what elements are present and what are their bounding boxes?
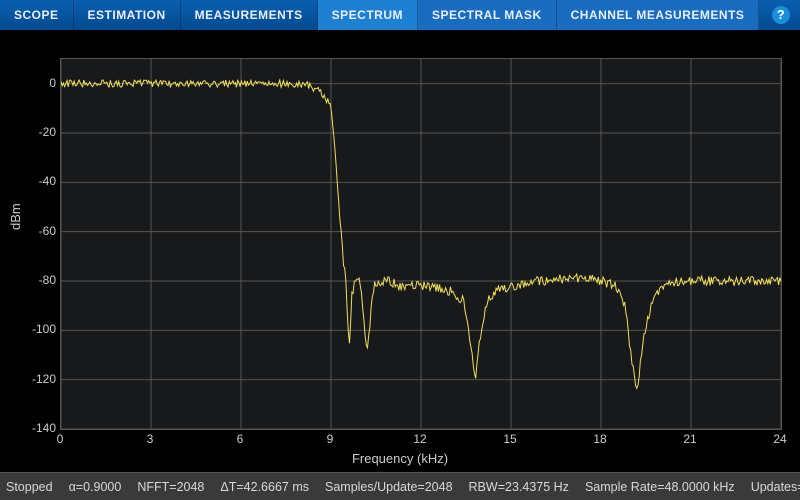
status-nfft: NFFT=2048 — [137, 480, 204, 494]
tab-spectral-mask[interactable]: SPECTRAL MASK — [418, 0, 557, 30]
status-rbw: RBW=23.4375 Hz — [469, 480, 569, 494]
x-tick: 0 — [57, 432, 64, 446]
y-tick: -120 — [16, 372, 56, 386]
y-tick: -100 — [16, 322, 56, 336]
status-bar: Stopped α=0.9000 NFFT=2048 ΔT=42.6667 ms… — [0, 472, 800, 500]
status-spu: Samples/Update=2048 — [325, 480, 453, 494]
tab-spectrum[interactable]: SPECTRUM — [318, 0, 418, 30]
x-tick: 12 — [413, 432, 426, 446]
tab-scope[interactable]: SCOPE — [0, 0, 74, 30]
tab-estimation[interactable]: ESTIMATION — [74, 0, 181, 30]
spectrum-plot — [61, 59, 781, 429]
status-alpha: α=0.9000 — [69, 480, 122, 494]
toolbar: SCOPE ESTIMATION MEASUREMENTS SPECTRUM S… — [0, 0, 800, 30]
x-tick: 18 — [593, 432, 606, 446]
y-tick: -40 — [16, 174, 56, 188]
y-tick: 0 — [16, 76, 56, 90]
x-tick: 21 — [683, 432, 696, 446]
x-tick: 3 — [147, 432, 154, 446]
help-icon[interactable]: ? — [772, 6, 790, 24]
x-tick: 9 — [327, 432, 334, 446]
status-dt: ΔT=42.6667 ms — [220, 480, 309, 494]
y-tick: -60 — [16, 224, 56, 238]
x-axis-label: Frequency (kHz) — [0, 451, 800, 466]
x-tick: 15 — [503, 432, 516, 446]
tab-measurements[interactable]: MEASUREMENTS — [181, 0, 318, 30]
x-tick: 24 — [773, 432, 786, 446]
y-tick: -80 — [16, 273, 56, 287]
y-tick: -20 — [16, 125, 56, 139]
tab-channel-measurements[interactable]: CHANNEL MEASUREMENTS — [557, 0, 760, 30]
y-tick: -140 — [16, 421, 56, 435]
plot-container: dBm 03691215182124 0-20-40-60-80-100-120… — [0, 30, 800, 472]
plot-area[interactable] — [60, 58, 782, 430]
status-rate: Sample Rate=48.0000 kHz — [585, 480, 735, 494]
status-updates: Updates=14518 — [751, 480, 800, 494]
status-state: Stopped — [6, 480, 53, 494]
x-tick: 6 — [237, 432, 244, 446]
